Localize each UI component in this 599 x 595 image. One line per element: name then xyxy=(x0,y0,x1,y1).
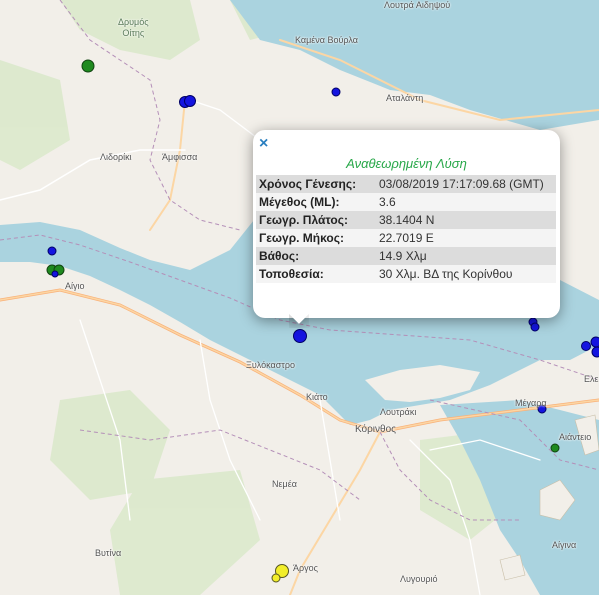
place-label: Αιάντειο xyxy=(559,432,592,442)
place-label: Άμφισσα xyxy=(162,152,198,162)
row-key: Γεωγρ. Πλάτος: xyxy=(256,211,376,229)
eq-marker[interactable] xyxy=(530,322,540,332)
eq-marker[interactable] xyxy=(591,346,599,358)
eq-marker[interactable] xyxy=(581,341,591,351)
eq-marker[interactable] xyxy=(47,246,57,256)
place-label: Αταλάντη xyxy=(386,93,424,103)
place-label: Μέγαρα xyxy=(515,398,547,408)
eq-marker[interactable] xyxy=(590,336,599,348)
row-key: Χρόνος Γένεσης: xyxy=(256,175,376,193)
table-row: Τοποθεσία: 30 Χλμ. ΒΔ της Κορίνθου xyxy=(256,265,556,283)
row-value: 38.1404 N xyxy=(376,211,556,229)
place-label: Κιάτο xyxy=(306,392,328,402)
eq-marker[interactable] xyxy=(271,573,281,583)
row-value: 3.6 xyxy=(376,193,556,211)
place-label: Άργος xyxy=(293,563,318,573)
place-label: Βυτίνα xyxy=(95,548,122,558)
place-label: Λυγουριό xyxy=(400,574,438,584)
place-label: Λουτράκι xyxy=(380,407,417,417)
place-label: Αίγιο xyxy=(65,281,85,291)
row-key: Βάθος: xyxy=(256,247,376,265)
place-label: Νεμέα xyxy=(272,479,297,489)
table-row: Χρόνος Γένεσης: 03/08/2019 17:17:09.68 (G… xyxy=(256,175,556,193)
row-key: Μέγεθος (ML): xyxy=(256,193,376,211)
earthquake-info-popup: × Αναθεωρημένη Λύση Χρόνος Γένεσης: 03/08… xyxy=(253,130,560,318)
eq-marker[interactable] xyxy=(550,443,560,453)
row-key: Τοποθεσία: xyxy=(256,265,376,283)
popup-tip xyxy=(289,314,309,328)
eq-marker[interactable] xyxy=(184,95,196,107)
row-value: 22.7019 E xyxy=(376,229,556,247)
eq-marker[interactable] xyxy=(81,59,95,73)
row-value: 14.9 Χλμ xyxy=(376,247,556,265)
eq-marker[interactable] xyxy=(331,87,341,97)
place-label: Κόρινθος xyxy=(355,424,396,435)
table-row: Γεωγρ. Πλάτος: 38.1404 N xyxy=(256,211,556,229)
place-label: Ξυλόκαστρο xyxy=(246,360,295,370)
earthquake-info-table: Χρόνος Γένεσης: 03/08/2019 17:17:09.68 (G… xyxy=(256,175,556,283)
row-value: 30 Χλμ. ΒΔ της Κορίνθου xyxy=(376,265,556,283)
row-value: 03/08/2019 17:17:09.68 (GMT) xyxy=(376,175,556,193)
table-row: Μέγεθος (ML): 3.6 xyxy=(256,193,556,211)
place-label: Λουτρά Αιδηψού xyxy=(384,0,451,10)
place-label: Καμένα Βούρλα xyxy=(295,35,358,45)
eq-marker-selected[interactable] xyxy=(293,329,307,343)
popup-title: Αναθεωρημένη Λύση xyxy=(346,156,467,171)
place-label: Λιδορίκι xyxy=(100,152,132,162)
close-icon[interactable]: × xyxy=(259,134,268,154)
place-label: Ελε xyxy=(584,374,599,384)
table-row: Βάθος: 14.9 Χλμ xyxy=(256,247,556,265)
eq-marker[interactable] xyxy=(51,270,59,278)
table-row: Γεωγρ. Μήκος: 22.7019 E xyxy=(256,229,556,247)
place-label: Δρυμός Οίτης xyxy=(118,17,149,38)
row-key: Γεωγρ. Μήκος: xyxy=(256,229,376,247)
place-label: Αίγινα xyxy=(552,540,577,550)
